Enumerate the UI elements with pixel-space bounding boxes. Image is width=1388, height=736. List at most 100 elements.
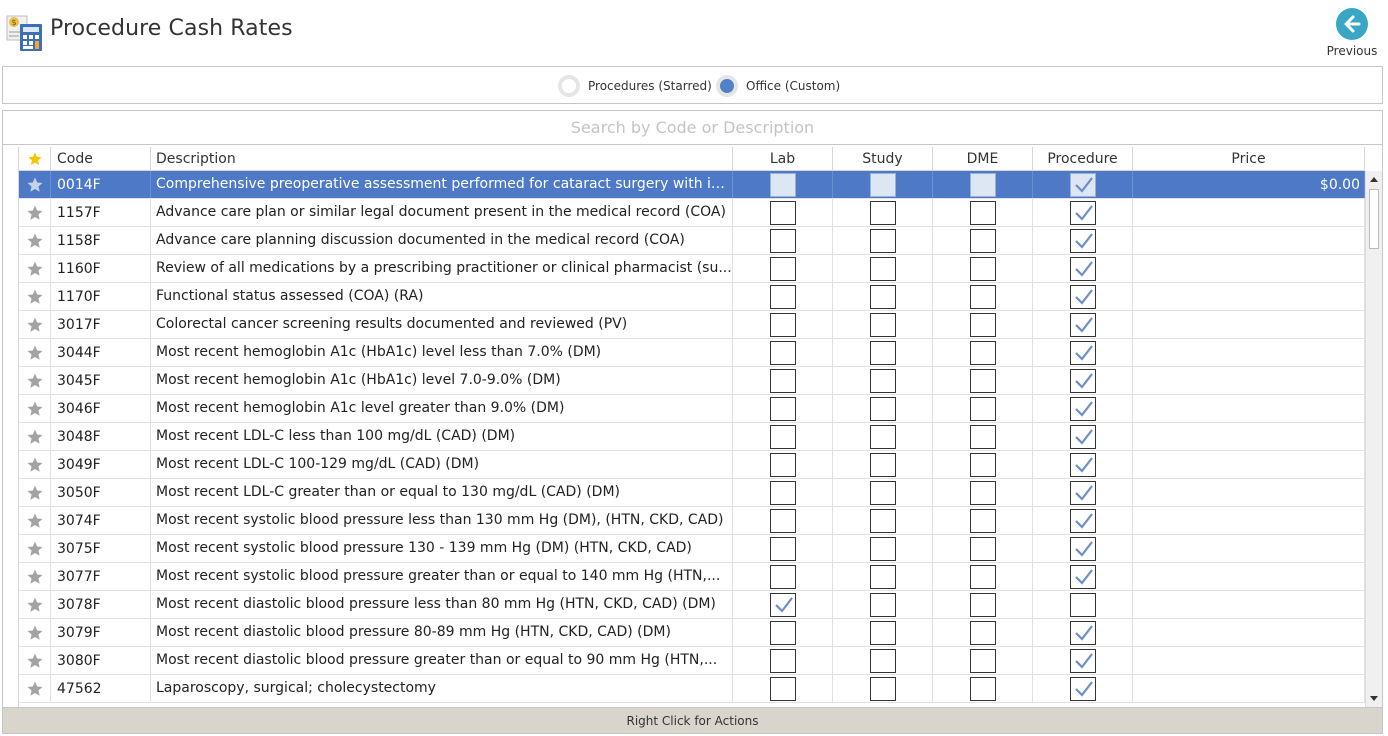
procedure-checkbox[interactable]	[1069, 620, 1096, 645]
study-checkbox[interactable]	[869, 592, 896, 617]
price-cell[interactable]	[1133, 563, 1365, 590]
price-cell[interactable]	[1133, 311, 1365, 338]
study-checkbox[interactable]	[869, 424, 896, 449]
price-cell[interactable]	[1133, 227, 1365, 254]
radio-unselected-icon[interactable]	[558, 75, 580, 97]
column-header-description[interactable]: Description	[151, 147, 733, 171]
price-cell[interactable]	[1133, 479, 1365, 506]
search-input[interactable]	[3, 111, 1382, 145]
column-header-code[interactable]: Code	[51, 147, 151, 171]
price-cell[interactable]	[1133, 339, 1365, 366]
table-row[interactable]: 1157F Advance care plan or similar legal …	[19, 199, 1365, 227]
procedure-checkbox[interactable]	[1069, 592, 1096, 617]
lab-checkbox[interactable]	[769, 228, 796, 253]
star-cell[interactable]	[19, 563, 51, 590]
procedure-checkbox[interactable]	[1069, 424, 1096, 449]
table-row[interactable]: 3079F Most recent diastolic blood pressur…	[19, 619, 1365, 647]
dme-checkbox[interactable]	[969, 340, 996, 365]
dme-checkbox[interactable]	[969, 368, 996, 393]
star-cell[interactable]	[19, 451, 51, 478]
radio-selected-icon[interactable]	[716, 75, 738, 97]
star-cell[interactable]	[19, 367, 51, 394]
dme-checkbox[interactable]	[969, 676, 996, 701]
table-row[interactable]: 1160F Review of all medications by a pres…	[19, 255, 1365, 283]
lab-checkbox[interactable]	[769, 284, 796, 309]
back-arrow-icon[interactable]	[1336, 8, 1368, 40]
star-cell[interactable]	[19, 619, 51, 646]
star-icon[interactable]	[26, 680, 44, 698]
table-row[interactable]: 0014F Comprehensive preoperative assessme…	[19, 171, 1365, 199]
study-checkbox[interactable]	[869, 648, 896, 673]
column-header-star[interactable]	[19, 147, 51, 171]
price-cell[interactable]	[1133, 591, 1365, 618]
star-icon[interactable]	[26, 372, 44, 390]
price-cell[interactable]	[1133, 451, 1365, 478]
star-icon[interactable]	[26, 232, 44, 250]
table-row[interactable]: 47562 Laparoscopy, surgical; cholecystect…	[19, 675, 1365, 703]
star-icon[interactable]	[26, 568, 44, 586]
table-row[interactable]: 3044F Most recent hemoglobin A1c (HbA1c) …	[19, 339, 1365, 367]
star-cell[interactable]	[19, 423, 51, 450]
star-cell[interactable]	[19, 311, 51, 338]
star-icon[interactable]	[26, 428, 44, 446]
dme-checkbox[interactable]	[969, 312, 996, 337]
star-icon[interactable]	[26, 652, 44, 670]
star-cell[interactable]	[19, 591, 51, 618]
study-checkbox[interactable]	[869, 620, 896, 645]
price-cell[interactable]	[1133, 199, 1365, 226]
table-row[interactable]: 3080F Most recent diastolic blood pressur…	[19, 647, 1365, 675]
procedure-checkbox[interactable]	[1069, 200, 1096, 225]
table-row[interactable]: 3017F Colorectal cancer screening results…	[19, 311, 1365, 339]
lab-checkbox[interactable]	[769, 480, 796, 505]
lab-checkbox[interactable]	[769, 368, 796, 393]
study-checkbox[interactable]	[869, 508, 896, 533]
actions-footer[interactable]: Right Click for Actions	[3, 707, 1382, 733]
star-icon[interactable]	[26, 512, 44, 530]
column-header-dme[interactable]: DME	[933, 147, 1033, 171]
lab-checkbox[interactable]	[769, 508, 796, 533]
procedure-checkbox[interactable]	[1069, 676, 1096, 701]
dme-checkbox[interactable]	[969, 508, 996, 533]
star-icon[interactable]	[26, 344, 44, 362]
lab-checkbox[interactable]	[769, 592, 796, 617]
scroll-down-icon[interactable]	[1366, 691, 1382, 707]
procedure-checkbox[interactable]	[1069, 536, 1096, 561]
lab-checkbox[interactable]	[769, 564, 796, 589]
dme-checkbox[interactable]	[969, 200, 996, 225]
procedure-checkbox[interactable]	[1069, 480, 1096, 505]
star-cell[interactable]	[19, 479, 51, 506]
star-cell[interactable]	[19, 507, 51, 534]
table-row[interactable]: 3075F Most recent systolic blood pressure…	[19, 535, 1365, 563]
dme-checkbox[interactable]	[969, 536, 996, 561]
star-icon[interactable]	[26, 288, 44, 306]
dme-checkbox[interactable]	[969, 284, 996, 309]
table-row[interactable]: 3049F Most recent LDL-C 100-129 mg/dL (CA…	[19, 451, 1365, 479]
column-header-study[interactable]: Study	[833, 147, 933, 171]
dme-checkbox[interactable]	[969, 172, 996, 197]
dme-checkbox[interactable]	[969, 592, 996, 617]
star-cell[interactable]	[19, 199, 51, 226]
procedure-checkbox[interactable]	[1069, 564, 1096, 589]
dme-checkbox[interactable]	[969, 396, 996, 421]
dme-checkbox[interactable]	[969, 452, 996, 477]
procedure-checkbox[interactable]	[1069, 648, 1096, 673]
price-cell[interactable]: $0.00	[1133, 171, 1365, 198]
study-checkbox[interactable]	[869, 452, 896, 477]
scroll-up-icon[interactable]	[1366, 171, 1382, 187]
study-checkbox[interactable]	[869, 480, 896, 505]
study-checkbox[interactable]	[869, 172, 896, 197]
lab-checkbox[interactable]	[769, 172, 796, 197]
price-cell[interactable]	[1133, 283, 1365, 310]
radio-office-custom[interactable]: Office (Custom)	[716, 75, 840, 97]
dme-checkbox[interactable]	[969, 620, 996, 645]
price-cell[interactable]	[1133, 255, 1365, 282]
price-cell[interactable]	[1133, 619, 1365, 646]
vertical-scrollbar[interactable]	[1365, 171, 1382, 707]
lab-checkbox[interactable]	[769, 620, 796, 645]
table-row[interactable]: 3045F Most recent hemoglobin A1c (HbA1c) …	[19, 367, 1365, 395]
procedure-checkbox[interactable]	[1069, 256, 1096, 281]
study-checkbox[interactable]	[869, 284, 896, 309]
star-icon[interactable]	[26, 484, 44, 502]
study-checkbox[interactable]	[869, 536, 896, 561]
procedure-checkbox[interactable]	[1069, 396, 1096, 421]
